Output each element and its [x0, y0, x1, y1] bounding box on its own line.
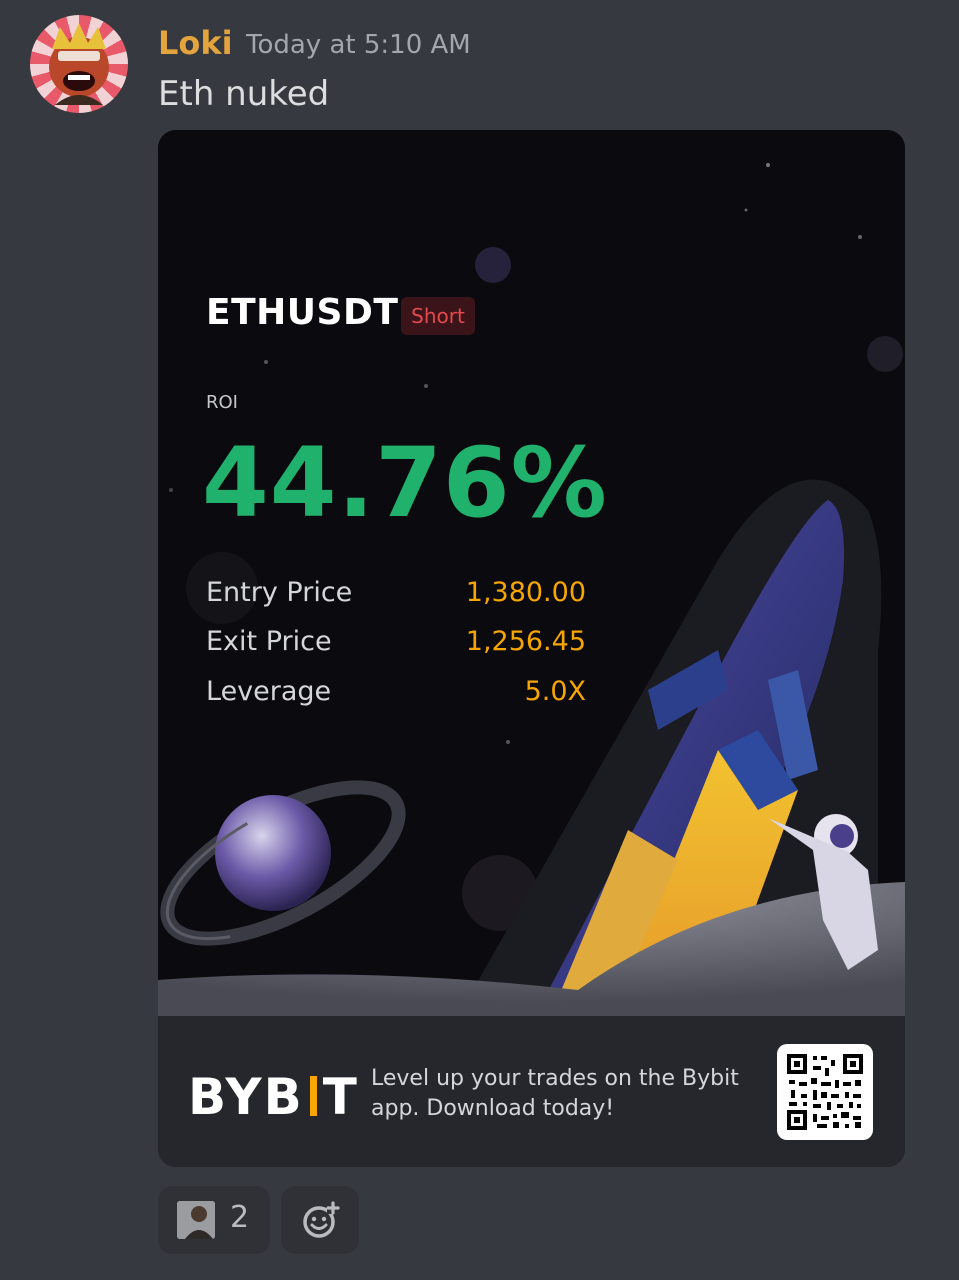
roi-value: 44.76% [202, 427, 608, 539]
space-illustration [158, 163, 905, 1016]
stat-row-exit-price: Exit Price 1,256.45 [206, 626, 586, 666]
user-avatar[interactable] [30, 15, 128, 113]
stat-value: 5.0X [524, 676, 586, 707]
message-text: Eth nuked [158, 74, 330, 114]
qr-code[interactable] [777, 1044, 873, 1140]
stat-label: Exit Price [206, 626, 332, 657]
reaction-button[interactable]: 2 [158, 1186, 270, 1254]
stat-label: Leverage [206, 676, 332, 707]
card-footer: BYB T Level up your trades on the Bybit a… [158, 1016, 905, 1167]
user-photo-reaction-icon [177, 1201, 215, 1239]
add-reaction-icon [303, 1201, 340, 1238]
stat-value: 1,256.45 [465, 626, 586, 657]
add-reaction-button[interactable] [281, 1186, 359, 1254]
position-side-badge: Short [401, 297, 475, 335]
roi-label: ROI [206, 392, 238, 413]
stat-label: Entry Price [206, 577, 353, 608]
stat-row-leverage: Leverage 5.0X [206, 676, 586, 716]
reaction-count: 2 [230, 1200, 250, 1235]
stat-value: 1,380.00 [465, 577, 586, 608]
trading-pair: ETHUSDT [206, 292, 399, 333]
pnl-share-card[interactable]: ETHUSDT Short ROI 44.76% Entry Price 1,3… [158, 130, 905, 1167]
bybit-logo: BYB T [188, 1068, 359, 1126]
promo-text: Level up your trades on the Bybit app. D… [371, 1066, 739, 1121]
card-artwork: ETHUSDT Short ROI 44.76% Entry Price 1,3… [158, 130, 905, 1016]
qr-code-icon [787, 1054, 863, 1130]
username[interactable]: Loki [158, 22, 233, 64]
stat-row-entry-price: Entry Price 1,380.00 [206, 577, 586, 617]
message-timestamp: Today at 5:10 AM [246, 30, 471, 60]
